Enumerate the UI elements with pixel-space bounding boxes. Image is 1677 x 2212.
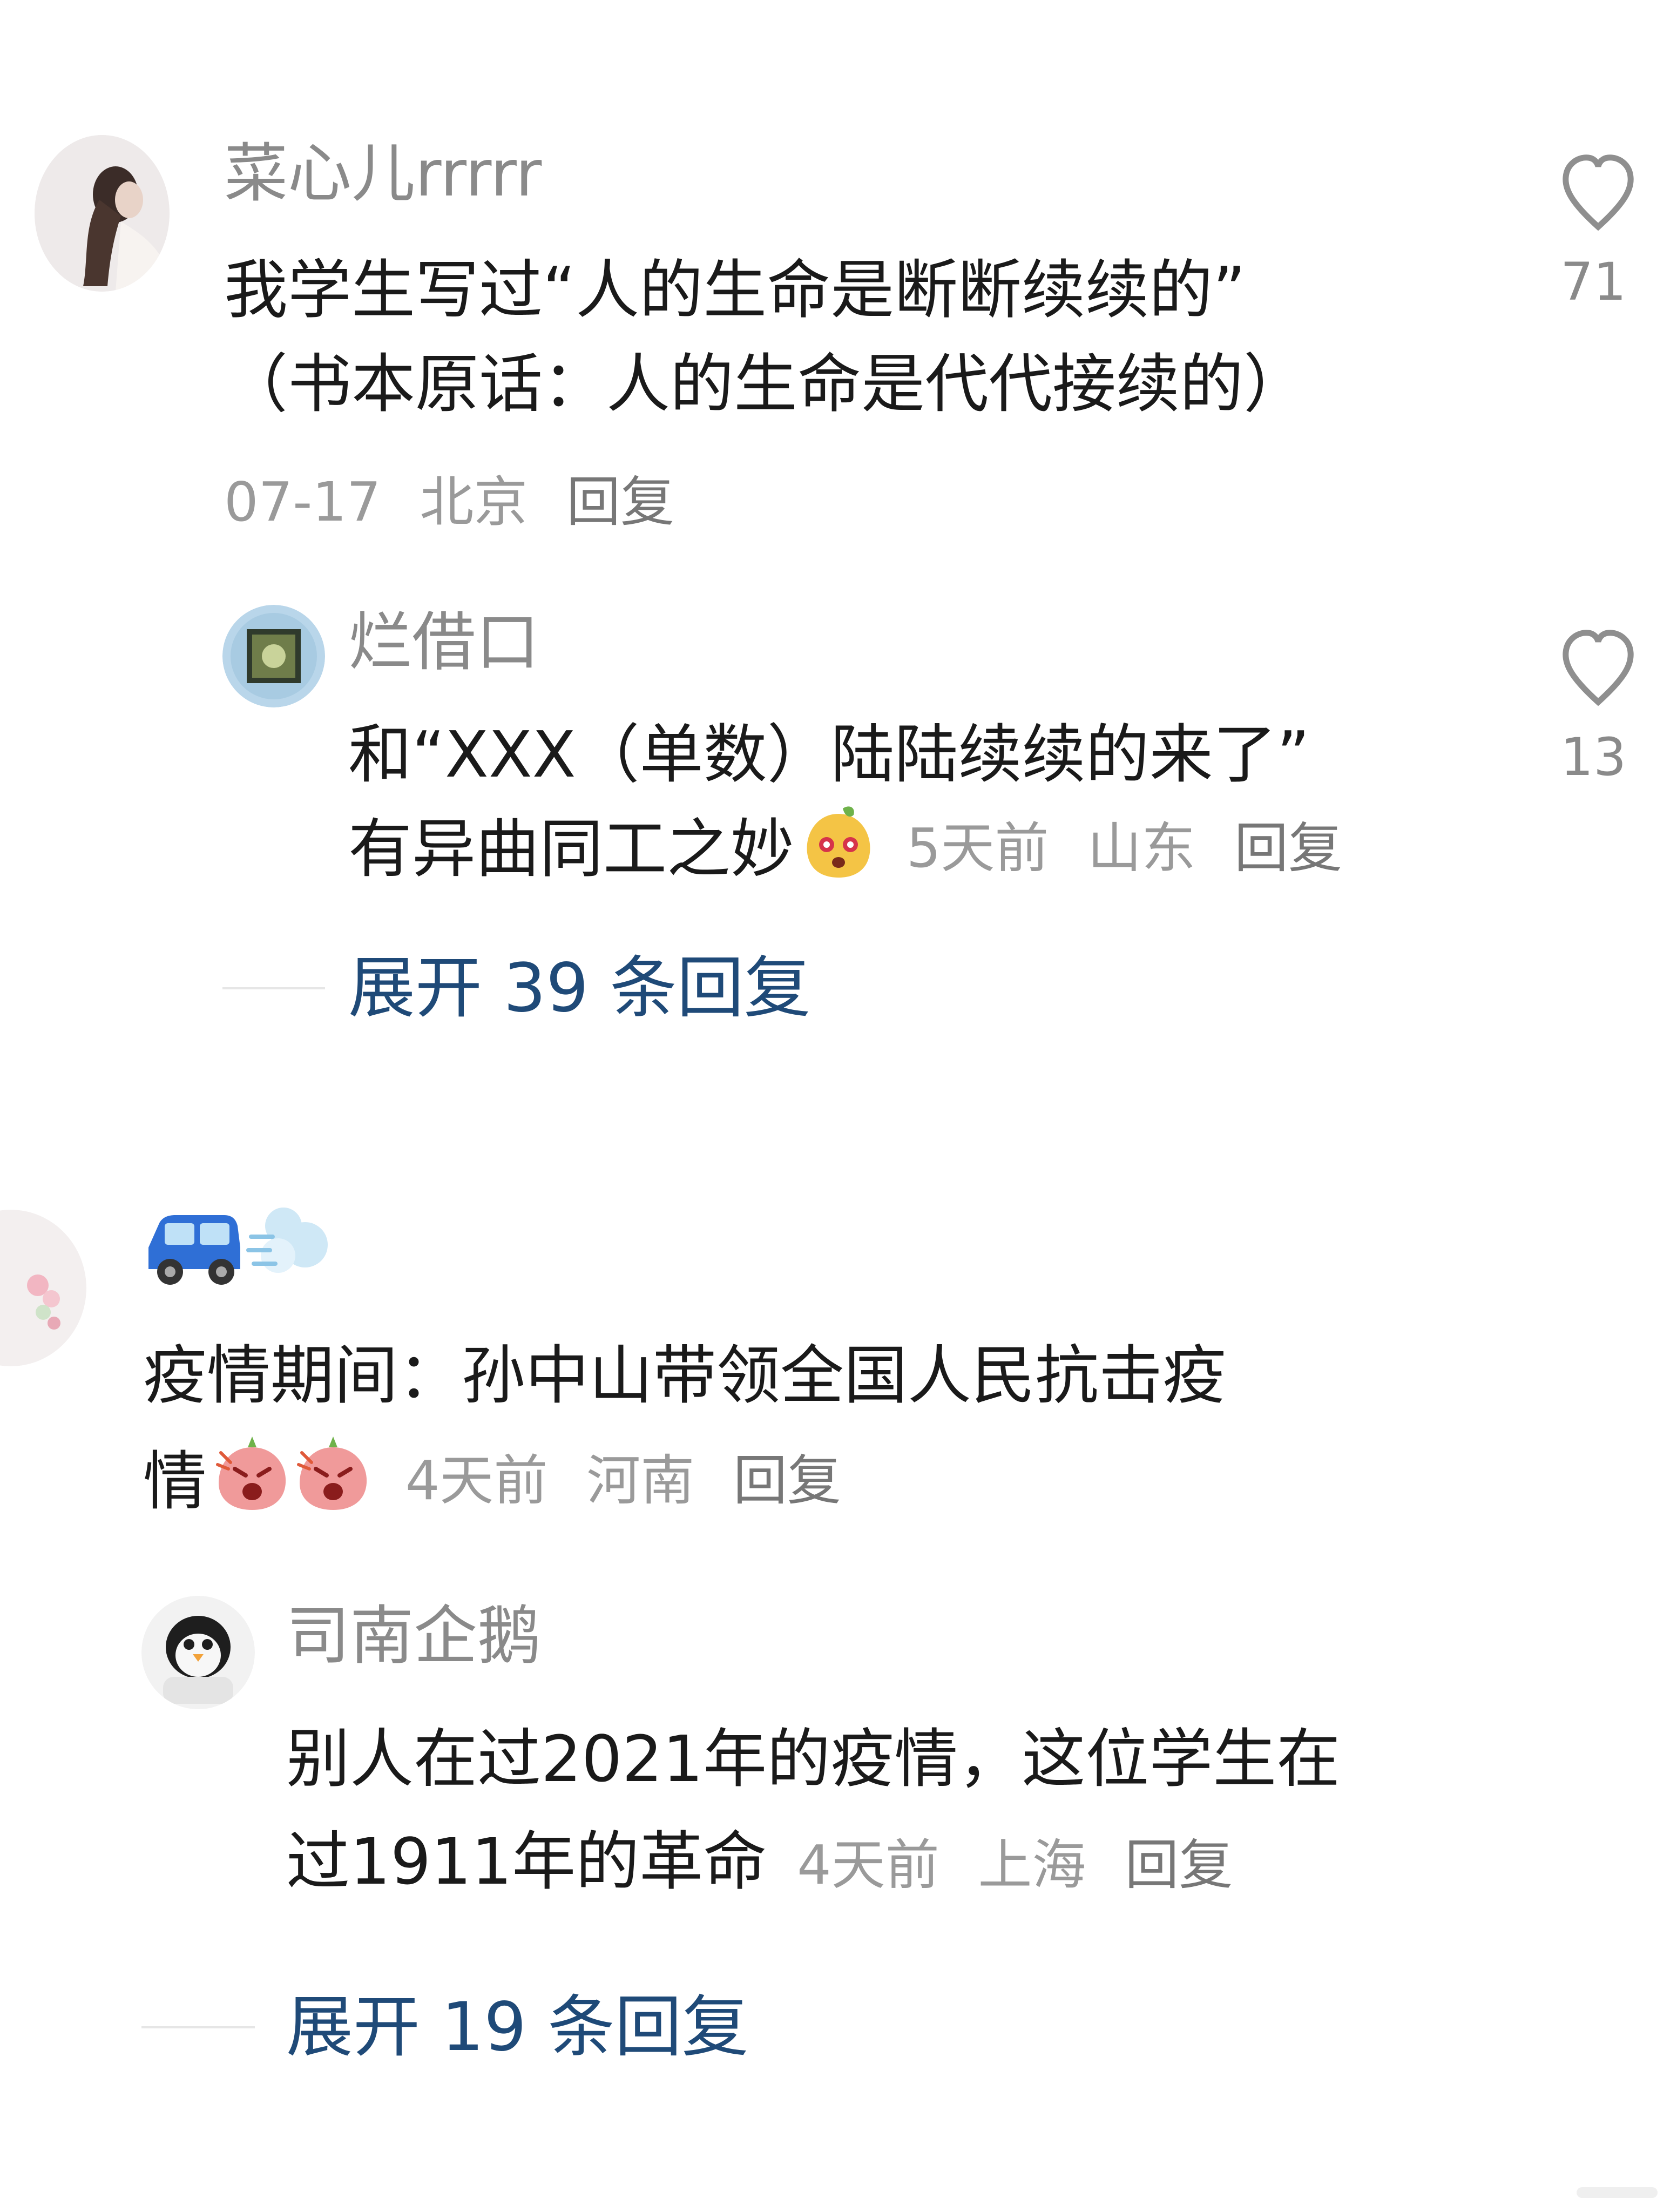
reply-location: 山东: [1087, 817, 1196, 880]
emoji-sticker-icon: [807, 806, 870, 878]
avatar[interactable]: [0, 1210, 86, 1366]
comment-text-line: （书本原话：人的生命是代代接续的）: [224, 347, 1308, 421]
reply-username[interactable]: 司南企鹅: [286, 1604, 541, 1668]
car-dash-emoji-icon: [148, 1208, 328, 1285]
avatar-image: [141, 1596, 255, 1709]
reply-meta: 5天前 山东 回复: [889, 817, 1342, 880]
comment: 疫情期间：孙中山带领全国人民抗击疫 情 4天前 河南 回复 司南企鹅 别人在过2…: [0, 1134, 1677, 2160]
reply-button[interactable]: 回复: [566, 470, 674, 534]
like-button[interactable]: 13: [1560, 626, 1677, 783]
reply-text-with-meta: 有异曲同工之妙 5天前 山东 回复: [348, 801, 1342, 896]
comment-text-line: 情: [143, 1444, 207, 1519]
comment-time: 07-17: [224, 470, 381, 534]
comment-text-with-meta: 情 4天前 河南 回复: [143, 1431, 841, 1528]
avatar-image: [0, 1210, 86, 1366]
expand-replies-button[interactable]: 展开 19 条回复: [286, 1994, 749, 2061]
reply-avatar[interactable]: [222, 605, 325, 707]
comment-location: 河南: [586, 1449, 695, 1512]
comment-text-line: 我学生写过“人的生命是断断续续的”: [224, 253, 1246, 327]
reply-button[interactable]: 回复: [1125, 1833, 1233, 1897]
comment-meta: 4天前 河南 回复: [388, 1449, 841, 1512]
like-count: 71: [1560, 256, 1627, 308]
reply-button[interactable]: 回复: [1234, 817, 1342, 880]
expand-replies-button[interactable]: 展开 39 条回复: [348, 955, 811, 1022]
avatar-image: [35, 135, 170, 292]
avatar[interactable]: [35, 135, 170, 292]
reply-text-line: 过1911年的革命: [286, 1824, 767, 1899]
comment: 菜心儿rrrrr 我学生写过“人的生命是断断续续的” （书本原话：人的生命是代代…: [0, 0, 1677, 1026]
reply-text-with-meta: 过1911年的革命 4天前 上海 回复: [286, 1815, 1233, 1912]
like-count: 13: [1560, 731, 1627, 783]
reply-text-line: 和“XXX（单数）陆陆续续的来了”: [348, 717, 1310, 792]
reply-meta: 4天前 上海 回复: [780, 1833, 1233, 1897]
comment-meta: 07-17 北京 回复: [224, 458, 674, 536]
reply-button[interactable]: 回复: [733, 1449, 841, 1512]
reply-avatar[interactable]: [141, 1596, 255, 1709]
comment-location: 北京: [420, 470, 528, 534]
reply-text-line: 别人在过2021年的疫情，这位学生在: [286, 1722, 1341, 1796]
comment-text-line: 疫情期间：孙中山带领全国人民抗击疫: [143, 1338, 1227, 1413]
reply-time: 5天前: [906, 817, 1049, 880]
comment-time: 4天前: [405, 1449, 548, 1512]
reply-time: 4天前: [797, 1833, 939, 1897]
reply-text-line: 有异曲同工之妙: [348, 812, 795, 886]
divider: [141, 2026, 255, 2028]
angry-sticker-icon: [216, 1437, 367, 1510]
reply-username[interactable]: 烂借口: [348, 610, 539, 674]
scroll-indicator: [1577, 2187, 1658, 2198]
comment-username-emoji[interactable]: [143, 1193, 337, 1293]
heart-outline-icon: [1563, 154, 1634, 231]
reply-location: 上海: [978, 1833, 1086, 1897]
avatar-image: [222, 605, 325, 707]
like-button[interactable]: 71: [1560, 151, 1677, 308]
divider: [222, 987, 325, 989]
heart-outline-icon: [1563, 630, 1634, 706]
comment-username[interactable]: 菜心儿rrrrr: [224, 141, 542, 205]
